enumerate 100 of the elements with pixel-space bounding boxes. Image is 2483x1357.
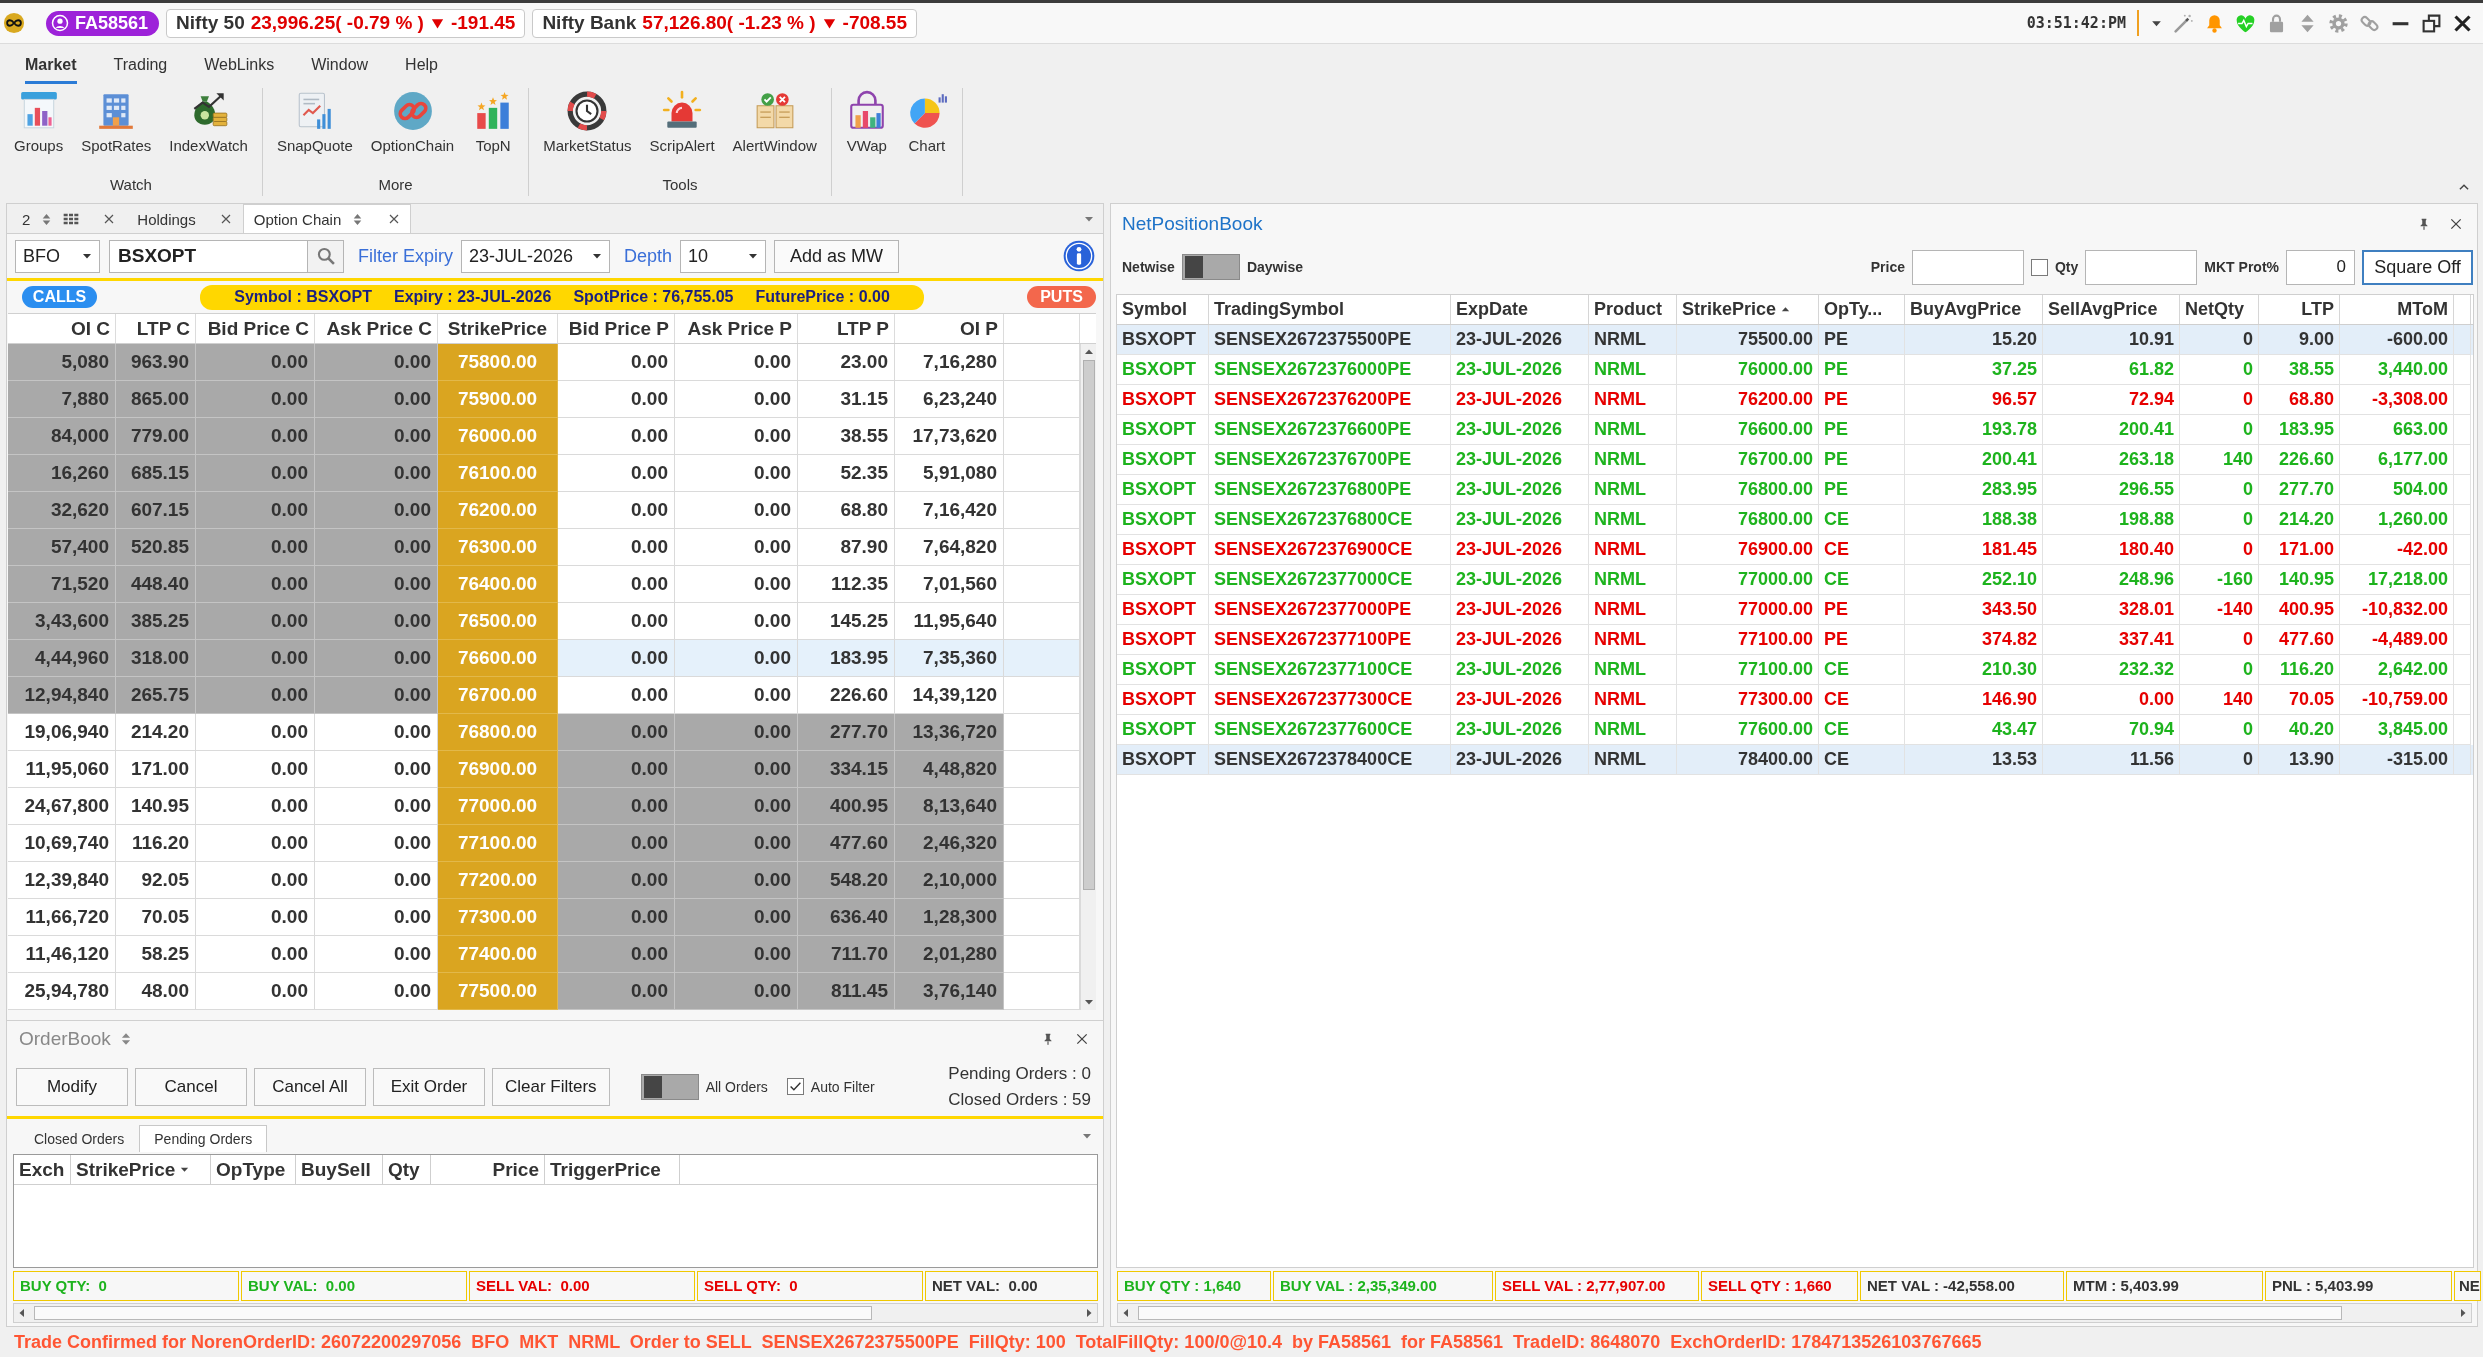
column-header[interactable]: OI P [895,314,1004,343]
toolbar-button[interactable]: Cancel [135,1067,247,1106]
ribbon-button[interactable]: IndexWatch [160,88,257,154]
table-row[interactable]: 32,620 607.15 0.00 0.00 76200.00 0.00 0.00 68.80 7,16,420 [8,492,1080,529]
table-row[interactable]: 25,94,780 48.00 0.00 0.00 77500.00 0.00 0.00 811.45 3,76,140 [8,973,1080,1010]
column-header[interactable]: Ask Price C [315,314,438,343]
search-button[interactable] [308,239,344,273]
column-header[interactable]: StrikePrice [71,1155,211,1184]
table-row[interactable]: 4,44,960 318.00 0.00 0.00 76600.00 0.00 0.00 183.95 7,35,360 [8,640,1080,677]
column-header[interactable]: LTP P [798,314,895,343]
vertical-scrollbar[interactable] [1080,344,1096,1010]
scrollbar-thumb[interactable] [1138,1306,2342,1320]
table-row[interactable]: BSXOPT SENSEX2672377000PE 23-JUL-2026 NRML 77000.00 PE 343.50 328.01 -140 400.95 -10,832.00 [1117,595,2473,625]
column-header[interactable]: BuyAvgPrice [1905,295,2043,324]
menu-tab[interactable]: Window [311,56,369,84]
column-header[interactable]: Symbol [1117,295,1209,324]
toggle-switch[interactable] [1181,254,1240,280]
column-header[interactable]: Qty [383,1155,431,1184]
column-header[interactable]: BuySell [296,1155,383,1184]
index-ticker[interactable]: Nifty Bank 57,126.80( -1.23 % ) -708.55 [532,8,917,38]
close-icon[interactable] [2452,12,2473,34]
restore-icon[interactable] [2421,12,2442,34]
column-header[interactable]: ExpDate [1451,295,1589,324]
price-field[interactable] [1912,249,2024,285]
ribbon-button[interactable]: SpotRates [72,88,161,154]
close-icon[interactable] [1075,1032,1089,1046]
table-row[interactable]: 7,880 865.00 0.00 0.00 75900.00 0.00 0.00 31.15 6,23,240 [8,381,1080,418]
column-header[interactable]: Exch [14,1155,71,1184]
column-header[interactable]: Ask Price P [675,314,798,343]
table-row[interactable]: BSXOPT SENSEX2672376200PE 23-JUL-2026 NRML 76200.00 PE 96.57 72.94 0 68.80 -3,308.00 [1117,385,2473,415]
column-header[interactable]: Product [1589,295,1677,324]
ribbon-button[interactable]: Chart [896,88,957,154]
add-as-mw-button[interactable]: Add as MW [774,239,900,273]
depth-dropdown[interactable]: 10 [680,239,767,273]
tab[interactable]: 2 [11,204,127,233]
tab[interactable]: Pending Orders [139,1125,268,1152]
horizontal-scrollbar[interactable] [13,1303,1098,1323]
column-header[interactable]: Price [431,1155,545,1184]
toolbar-button[interactable]: Modify [16,1067,128,1106]
column-header[interactable]: TriggerPrice [545,1155,680,1184]
ribbon-button[interactable]: ScripAlert [640,88,724,154]
table-row[interactable]: BSXOPT SENSEX2672378400CE 23-JUL-2026 NRML 78400.00 CE 13.53 11.56 0 13.90 -315.00 [1117,745,2473,775]
tab[interactable]: Option Chain [242,204,412,233]
table-row[interactable]: 57,400 520.85 0.00 0.00 76300.00 0.00 0.00 87.90 7,64,820 [8,529,1080,566]
info-icon[interactable] [1063,240,1095,272]
horizontal-scrollbar[interactable] [1117,1303,2472,1323]
table-row[interactable]: 84,000 779.00 0.00 0.00 76000.00 0.00 0.00 38.55 17,73,620 [8,418,1080,455]
menu-tab[interactable]: Market [25,56,77,84]
ribbon-button[interactable]: AlertWindow [723,88,826,154]
ribbon-button[interactable]: OptionChain [361,88,464,154]
table-row[interactable]: 71,520 448.40 0.00 0.00 76400.00 0.00 0.00 112.35 7,01,560 [8,566,1080,603]
market-protection-field[interactable]: 0 [2286,249,2355,285]
expiry-dropdown[interactable]: 23-JUL-2026 [461,239,610,273]
close-icon[interactable] [2449,217,2463,231]
column-header[interactable]: SellAvgPrice [2043,295,2180,324]
column-header[interactable]: OI C [8,314,116,343]
tab[interactable]: Closed Orders [19,1125,140,1152]
menu-tab[interactable]: WebLinks [204,56,275,84]
grid-icon[interactable] [63,213,80,225]
ribbon-button[interactable]: SnapQuote [267,88,362,154]
exchange-dropdown[interactable]: BFO [15,239,100,273]
tab[interactable]: Holdings [126,204,243,233]
table-row[interactable]: 11,95,060 171.00 0.00 0.00 76900.00 0.00 0.00 334.15 4,48,820 [8,751,1080,788]
column-header[interactable]: TradingSymbol [1209,295,1451,324]
checkbox[interactable] [786,1078,804,1095]
column-header[interactable]: LTP [2259,295,2340,324]
column-header[interactable]: StrikePrice [1677,295,1819,324]
menu-tab[interactable]: Trading [113,56,168,84]
magic-wand-icon[interactable] [2173,12,2194,34]
toolbar-button[interactable]: Cancel All [254,1067,366,1106]
toggle-switch[interactable] [640,1073,699,1100]
table-row[interactable]: 5,080 963.90 0.00 0.00 75800.00 0.00 0.00 23.00 7,16,280 [8,344,1080,381]
toolbar-button[interactable]: Clear Filters [492,1067,610,1106]
table-row[interactable]: 11,46,120 58.25 0.00 0.00 77400.00 0.00 0.00 711.70 2,01,280 [8,936,1080,973]
account-button[interactable]: FA58561 [46,10,160,36]
index-ticker[interactable]: Nifty 50 23,996.25( -0.79 % ) -191.45 [166,8,526,38]
close-icon[interactable] [219,213,232,225]
ribbon-button[interactable]: VWap [836,88,897,154]
toolbar-button[interactable]: Exit Order [373,1067,485,1106]
table-row[interactable]: BSXOPT SENSEX2672377300CE 23-JUL-2026 NRML 77300.00 CE 146.90 0.00 140 70.05 -10,759.00 [1117,685,2473,715]
table-row[interactable]: 19,06,940 214.20 0.00 0.00 76800.00 0.00 0.00 277.70 13,36,720 [8,714,1080,751]
close-icon[interactable] [388,213,401,225]
table-row[interactable]: 16,260 685.15 0.00 0.00 76100.00 0.00 0.00 52.35 5,91,080 [8,455,1080,492]
menu-tab[interactable]: Help [405,56,438,84]
table-row[interactable]: BSXOPT SENSEX2672375500PE 23-JUL-2026 NRML 75500.00 PE 15.20 10.91 0 9.00 -600.00 [1117,325,2473,355]
table-row[interactable]: 24,67,800 140.95 0.00 0.00 77000.00 0.00 0.00 400.95 8,13,640 [8,788,1080,825]
column-header[interactable]: Bid Price C [196,314,315,343]
column-header[interactable]: MToM [2340,295,2454,324]
settings-icon[interactable] [2328,12,2349,34]
table-row[interactable]: 10,69,740 116.20 0.00 0.00 77100.00 0.00 0.00 477.60 2,46,320 [8,825,1080,862]
column-header[interactable]: NetQty [2180,295,2259,324]
qty-field[interactable] [2085,249,2198,285]
square-off-button[interactable]: Square Off [2362,249,2473,285]
column-header[interactable]: OpTy... [1819,295,1905,324]
scrollbar-thumb[interactable] [34,1306,872,1320]
table-row[interactable]: BSXOPT SENSEX2672377100PE 23-JUL-2026 NRML 77100.00 PE 374.82 337.41 0 477.60 -4,489.00 [1117,625,2473,655]
column-header[interactable]: Bid Price P [558,314,675,343]
column-header[interactable]: LTP C [116,314,196,343]
column-header[interactable]: StrikePrice [438,314,558,343]
ribbon-button[interactable]: TopN [463,88,524,154]
